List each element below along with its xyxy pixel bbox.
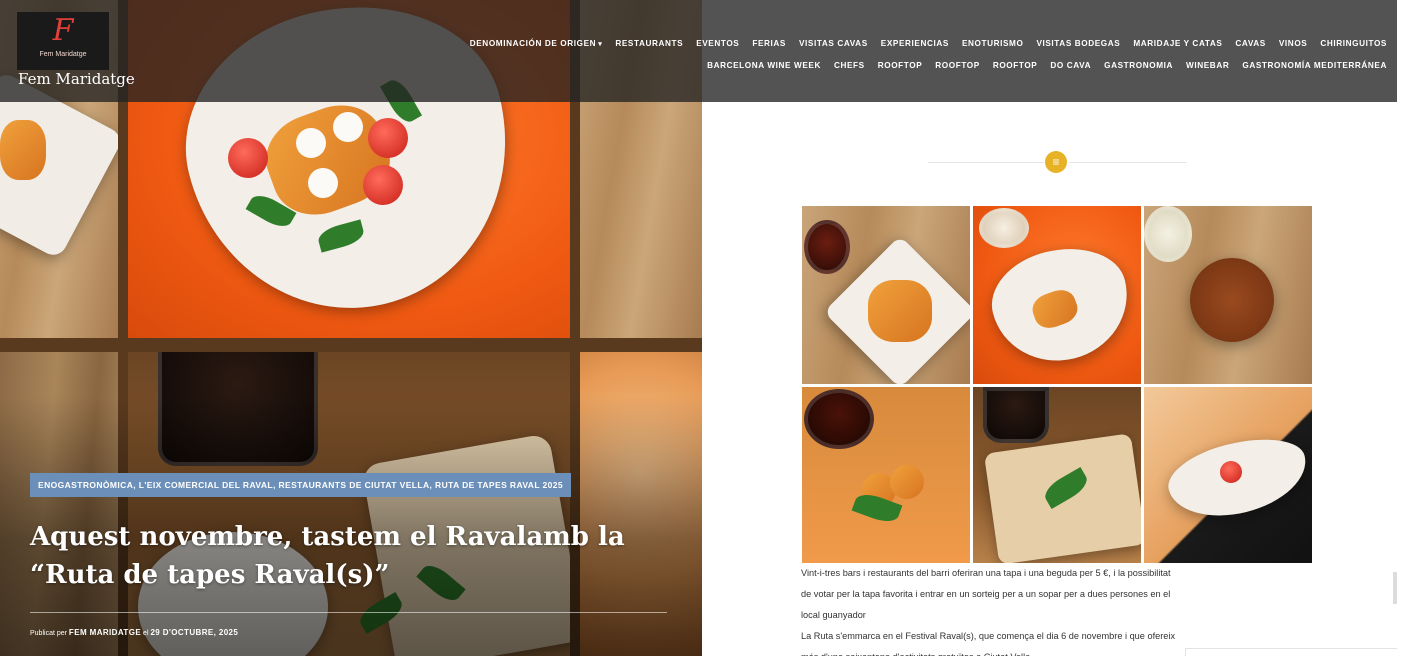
gallery-photo-patatas[interactable] — [802, 206, 970, 384]
nav-item-label: MARIDAJE Y CATAS — [1133, 38, 1223, 48]
wine-glass-image — [804, 220, 850, 274]
tomato-image — [363, 165, 403, 205]
nav-item-label: VINOS — [1278, 38, 1308, 48]
nav-item-label: EXPERIENCIAS — [880, 38, 949, 48]
nav-item[interactable]: ENOTURISMO — [962, 39, 1024, 48]
post-byline: Publicat per FEM MARIDATGE el 29 D'OCTUB… — [30, 628, 238, 637]
nav-item-label: GASTRONOMÍA MEDITERRÁNEA — [1242, 60, 1387, 70]
food-image — [868, 280, 932, 342]
nav-item-label: VISITAS BODEGAS — [1036, 38, 1121, 48]
tomato-image — [368, 118, 408, 158]
nav-item-label: ENOTURISMO — [961, 38, 1024, 48]
nav-item-label: ROOFTOP — [877, 60, 923, 70]
nav-row-primary: DENOMINACIÓN DE ORIGEN ▾ RESTAURANTS EVENTO… — [387, 32, 1387, 54]
post-date[interactable]: 29 D'OCTUBRE, 2025 — [150, 628, 238, 637]
main-nav: DENOMINACIÓN DE ORIGEN ▾ RESTAURANTS EVENTO… — [387, 32, 1387, 76]
nav-item[interactable]: DO CAVA — [1050, 61, 1091, 70]
gallery-photo-plate[interactable] — [1144, 387, 1312, 563]
tomato-image — [228, 138, 268, 178]
nav-item[interactable]: BARCELONA WINE WEEK — [707, 61, 821, 70]
nav-item-label: DO CAVA — [1050, 60, 1092, 70]
nav-item[interactable]: GASTRONOMÍA MEDITERRÁNEA — [1242, 61, 1387, 70]
nav-item[interactable]: RESTAURANTS — [615, 39, 683, 48]
nav-item[interactable]: WINEBAR — [1186, 61, 1229, 70]
separator-line-right — [1069, 162, 1187, 163]
white-wine-glass-image — [1144, 206, 1192, 262]
scrollbar-thumb[interactable] — [1393, 572, 1397, 604]
site-header: F Fem Maridatge Fem Maridatge DENOMINACI… — [0, 0, 1397, 102]
nav-item-label: CHIRINGUITOS — [1320, 38, 1387, 48]
nav-item[interactable]: GASTRONOMIA — [1104, 61, 1173, 70]
nav-item[interactable]: VINOS — [1279, 39, 1307, 48]
nav-item-label: VISITAS CAVAS — [799, 38, 868, 48]
gallery-photo-board[interactable] — [973, 387, 1141, 563]
nav-item-label: ROOFTOP — [935, 60, 980, 70]
nav-item-label: EVENTOS — [696, 38, 740, 48]
nav-item-label: DENOMINACIÓN DE ORIGEN — [469, 38, 597, 48]
tomato-image — [1220, 461, 1242, 483]
article-paragraph: Vint-i-tres bars i restaurants del barri… — [801, 568, 1171, 620]
post-title[interactable]: Aquest novembre, tastem el Ravalamb la “… — [30, 518, 680, 594]
nav-item[interactable]: VISITAS CAVAS — [799, 39, 868, 48]
nav-item[interactable]: CAVAS — [1235, 39, 1265, 48]
wine-glass-image — [804, 389, 874, 449]
nav-item[interactable]: ROOFTOP — [935, 61, 980, 70]
nav-item-label: CHEFS — [833, 60, 865, 70]
gallery-photo-croquetas[interactable] — [802, 387, 970, 563]
byline-prefix: Publicat per — [30, 630, 67, 637]
nav-item-label: RESTAURANTS — [615, 38, 684, 48]
byline-mid: el — [143, 630, 149, 637]
site-logo[interactable]: F Fem Maridatge — [17, 12, 109, 70]
food-image — [0, 120, 46, 180]
drink-glass-image — [983, 387, 1049, 443]
article-paragraph: La Ruta s'emmarca en el Festival Raval(s… — [801, 631, 1176, 656]
mozzarella-image — [333, 112, 363, 142]
nav-item[interactable]: EXPERIENCIAS — [881, 39, 949, 48]
logo-letter: F — [52, 13, 74, 48]
tapas-photo-gallery[interactable] — [802, 206, 1312, 563]
gallery-photo-tapa-orange[interactable] — [973, 206, 1141, 384]
separator-line-left — [928, 162, 1044, 163]
nav-item[interactable]: ROOFTOP — [878, 61, 923, 70]
nav-item[interactable]: MARIDAJE Y CATAS — [1133, 39, 1222, 48]
gallery-photo-bowl[interactable] — [1144, 206, 1312, 384]
nav-item-label: GASTRONOMIA — [1104, 60, 1174, 70]
logo-small-text: Fem Maridatge — [39, 51, 87, 58]
nav-item-label: BARCELONA WINE WEEK — [707, 60, 821, 70]
article-excerpt: Vint-i-tres bars i restaurants del barri… — [801, 563, 1181, 656]
mozzarella-image — [296, 128, 326, 158]
author-link[interactable]: FEM MARIDATGE — [69, 628, 141, 637]
nav-item[interactable]: ROOFTOP — [993, 61, 1038, 70]
nav-item-label: ROOFTOP — [992, 60, 1038, 70]
menu-lines-icon: ≡ — [1045, 151, 1067, 173]
nav-item-label: CAVAS — [1235, 38, 1266, 48]
nav-item[interactable]: DENOMINACIÓN DE ORIGEN ▾ — [470, 39, 603, 48]
nav-row-secondary: BARCELONA WINE WEEK CHEFS ROOFTOP ROOFTOP RO… — [387, 54, 1387, 76]
category-badge[interactable]: ENOGASTRONÒMICA, L'EIX COMERCIAL DEL RAV… — [30, 473, 572, 497]
nav-item[interactable]: CHEFS — [834, 61, 865, 70]
beer-glass-image — [979, 208, 1029, 248]
nav-item[interactable]: VISITAS BODEGAS — [1036, 39, 1120, 48]
bowl-image — [1190, 258, 1274, 342]
nav-item[interactable]: EVENTOS — [696, 39, 739, 48]
nav-item-label: FERIAS — [752, 38, 786, 48]
nav-item-label: WINEBAR — [1186, 60, 1230, 70]
croqueta-image — [890, 465, 924, 499]
mozzarella-image — [308, 168, 338, 198]
site-title[interactable]: Fem Maridatge — [18, 70, 135, 88]
chevron-down-icon: ▾ — [598, 40, 603, 48]
nav-item[interactable]: FERIAS — [752, 39, 786, 48]
title-divider — [30, 612, 667, 613]
nav-item[interactable]: CHIRINGUITOS — [1320, 39, 1387, 48]
bottom-widget-edge — [1185, 648, 1397, 656]
